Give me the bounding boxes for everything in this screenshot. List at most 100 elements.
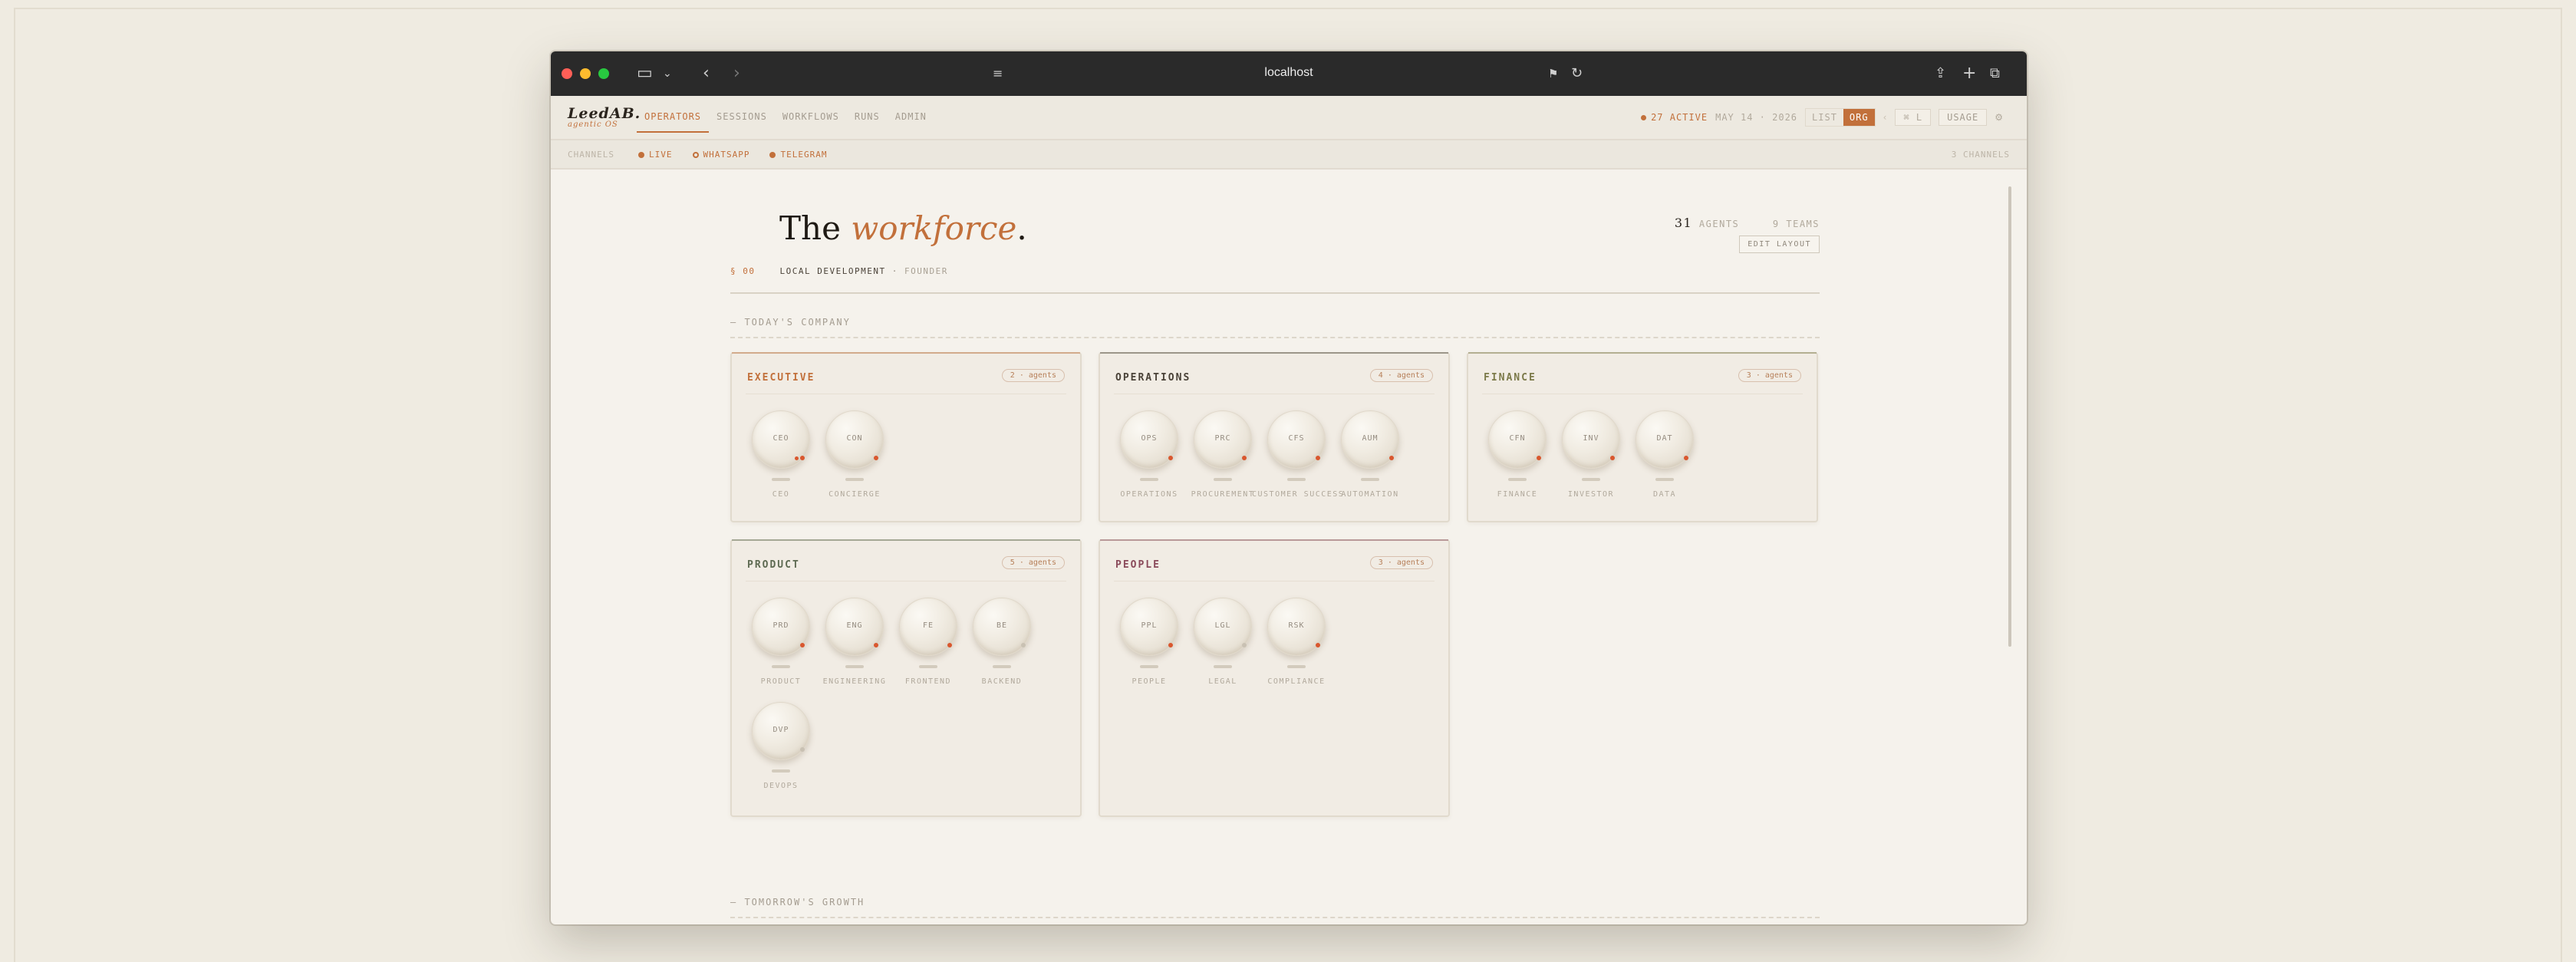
browser-toolbar: ▭ ⌄ ‹ › ≡ localhost ⚑ ↻ ⇪ + ⧉ xyxy=(551,51,2027,96)
share-icon[interactable]: ⇪ xyxy=(1935,64,1946,84)
channel-whatsapp[interactable]: WHATSAPP xyxy=(692,150,750,160)
agent-avatar[interactable]: PRD xyxy=(752,598,810,656)
logo-main: LeedAB. xyxy=(568,105,641,122)
agent-avatar[interactable]: AUM xyxy=(1341,410,1399,469)
view-list-button[interactable]: LIST xyxy=(1806,109,1843,126)
agent-eng[interactable]: ENG ENGINEERING xyxy=(818,596,891,700)
team-card-people[interactable]: PEOPLE 3 · agents PPL PEOPLE LGL LEGAL RSK COMP… xyxy=(1099,539,1450,817)
agent-avatar[interactable]: CON xyxy=(825,410,884,469)
maximize-window-button[interactable] xyxy=(598,68,609,79)
agent-avatar[interactable]: OPS xyxy=(1120,410,1178,469)
reload-icon[interactable]: ↻ xyxy=(1571,64,1583,84)
shortcut-button[interactable]: ⌘ L xyxy=(1895,109,1932,126)
back-icon[interactable]: ‹ xyxy=(703,64,710,84)
window-controls xyxy=(562,68,609,79)
agent-con[interactable]: CON CONCIERGE xyxy=(818,409,891,513)
agent-cfs[interactable]: CFS CUSTOMER SUCCESS xyxy=(1252,409,1343,513)
status-dot-icon xyxy=(1242,456,1247,460)
agent-avatar[interactable]: DAT xyxy=(1636,410,1694,469)
chevron-down-icon[interactable]: ⌄ xyxy=(663,64,672,84)
agent-code: FE xyxy=(922,621,934,630)
sidebar-icon[interactable]: ▭ xyxy=(637,64,653,84)
agent-aum[interactable]: AUM AUTOMATION xyxy=(1333,409,1407,513)
agent-name: DATA xyxy=(1652,490,1677,499)
team-card-finance[interactable]: FINANCE 3 · agents CFN FINANCE INV INVESTOR DA… xyxy=(1467,352,1818,522)
agent-rsk[interactable]: RSK COMPLIANCE xyxy=(1260,596,1333,700)
agent-avatar[interactable]: PRC xyxy=(1194,410,1252,469)
agent-avatar[interactable]: LGL xyxy=(1194,598,1252,656)
agent-name: BACKEND xyxy=(981,677,1023,686)
agent-shadow xyxy=(772,478,790,481)
tabs-overview-icon[interactable]: ⧉ xyxy=(1990,64,2000,84)
agent-dvp[interactable]: DVP DEVOPS xyxy=(744,700,818,805)
agent-list: CEO CEO CON CONCIERGE xyxy=(744,409,1066,513)
team-card-product[interactable]: PRODUCT 5 · agents PRD PRODUCT ENG ENGINEERIN… xyxy=(730,539,1082,817)
address-bar[interactable]: localhost xyxy=(1264,66,1313,80)
section-heading-today: — TODAY'S COMPANY xyxy=(730,317,1820,338)
active-indicator: 27 ACTIVE xyxy=(1641,112,1708,123)
minimize-window-button[interactable] xyxy=(580,68,591,79)
agent-be[interactable]: BE BACKEND xyxy=(965,596,1039,700)
team-card-operations[interactable]: OPERATIONS 4 · agents OPS OPERATIONS PRC PROC… xyxy=(1099,352,1450,522)
edit-layout-button[interactable]: EDIT LAYOUT xyxy=(1739,236,1820,253)
tab-workflows[interactable]: WORKFLOWS xyxy=(775,111,847,133)
tab-sessions[interactable]: SESSIONS xyxy=(709,111,775,133)
card-accent-bar xyxy=(1100,352,1448,354)
agent-avatar[interactable]: CFS xyxy=(1267,410,1326,469)
agent-avatar[interactable]: ENG xyxy=(825,598,884,656)
agent-avatar[interactable]: CFN xyxy=(1488,410,1547,469)
agent-avatar[interactable]: RSK xyxy=(1267,598,1326,656)
channel-telegram[interactable]: TELEGRAM xyxy=(769,150,827,160)
tab-runs[interactable]: RUNS xyxy=(847,111,888,133)
chevron-left-icon[interactable]: ‹ xyxy=(1883,112,1888,123)
nav-status: 27 ACTIVE MAY 14 · 2026 LIST ORG ‹ ⌘ L U… xyxy=(1641,108,2004,127)
tab-admin[interactable]: ADMIN xyxy=(888,111,934,133)
settings-gear-icon[interactable]: ⚙ xyxy=(1995,112,2004,123)
title-accent: workforce xyxy=(851,209,1017,247)
agent-ceo[interactable]: CEO CEO xyxy=(744,409,818,513)
agent-list: CFN FINANCE INV INVESTOR DAT DATA xyxy=(1481,409,1803,513)
agent-avatar[interactable]: DVP xyxy=(752,702,810,760)
section-number: § 00 xyxy=(730,266,756,276)
channel-live[interactable]: LIVE xyxy=(638,150,673,160)
org-name: LOCAL DEVELOPMENT xyxy=(779,266,886,276)
status-dot-icon xyxy=(1316,456,1320,460)
agent-shadow xyxy=(1287,478,1306,481)
new-tab-icon[interactable]: + xyxy=(1962,64,1976,84)
agent-dat[interactable]: DAT DATA xyxy=(1628,409,1701,513)
team-title: PRODUCT xyxy=(747,559,800,571)
agent-shadow xyxy=(1140,665,1158,668)
forward-icon[interactable]: › xyxy=(733,64,740,84)
agent-avatar[interactable]: CEO xyxy=(752,410,810,469)
agent-cfn[interactable]: CFN FINANCE xyxy=(1481,409,1554,513)
agent-shadow xyxy=(1140,478,1158,481)
scrollbar[interactable] xyxy=(2008,186,2011,647)
logo[interactable]: LeedAB. agentic OS xyxy=(568,105,641,129)
agent-count-badge: 5 · agents xyxy=(1001,556,1065,569)
agent-ops[interactable]: OPS OPERATIONS xyxy=(1112,409,1186,513)
agent-shadow xyxy=(1508,478,1527,481)
team-card-executive[interactable]: EXECUTIVE 2 · agents CEO CEO CON CONCIERGE xyxy=(730,352,1082,522)
view-org-button[interactable]: ORG xyxy=(1843,109,1875,126)
agent-avatar[interactable]: BE xyxy=(973,598,1031,656)
tab-operators[interactable]: OPERATORS xyxy=(637,111,710,133)
agent-lgl[interactable]: LGL LEGAL xyxy=(1186,596,1260,700)
close-window-button[interactable] xyxy=(562,68,572,79)
agent-avatar[interactable]: INV xyxy=(1562,410,1620,469)
agent-prc[interactable]: PRC PROCUREMENT xyxy=(1186,409,1260,513)
agents-label: AGENTS xyxy=(1698,219,1740,229)
agent-code: CFS xyxy=(1288,434,1305,443)
reader-icon[interactable]: ≡ xyxy=(993,64,1003,84)
agent-avatar[interactable]: PPL xyxy=(1120,598,1178,656)
agent-avatar[interactable]: FE xyxy=(899,598,957,656)
agent-ppl[interactable]: PPL PEOPLE xyxy=(1112,596,1186,700)
usage-button[interactable]: USAGE xyxy=(1939,109,1988,126)
translate-icon[interactable]: ⚑ xyxy=(1548,64,1558,84)
agent-code: DAT xyxy=(1656,434,1673,443)
agent-fe[interactable]: FE FRONTEND xyxy=(891,596,965,700)
status-dot-icon xyxy=(874,456,878,460)
agent-prd[interactable]: PRD PRODUCT xyxy=(744,596,818,700)
agent-inv[interactable]: INV INVESTOR xyxy=(1554,409,1628,513)
hero-subtitle: § 00 LOCAL DEVELOPMENT · FOUNDER xyxy=(730,266,948,276)
channel-status-icon xyxy=(692,151,699,158)
